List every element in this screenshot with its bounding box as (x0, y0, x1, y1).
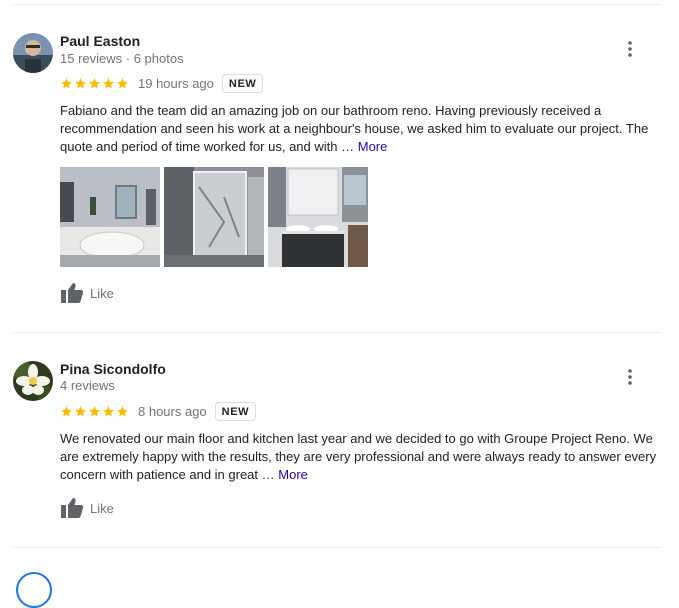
review-photos (60, 167, 368, 267)
star-icon (75, 77, 86, 88)
like-button[interactable]: Like (60, 497, 114, 519)
review-text: Fabiano and the team did an amazing job … (60, 103, 649, 154)
star-icon (75, 405, 86, 416)
star-rating (60, 77, 129, 90)
more-options-button[interactable] (620, 367, 640, 387)
like-label: Like (90, 500, 114, 516)
review-time: 19 hours ago (138, 75, 214, 91)
star-icon (103, 77, 114, 88)
review-divider (12, 547, 661, 548)
reviewer-meta: 4 reviews (60, 378, 115, 393)
thumb-up-icon (61, 498, 84, 518)
next-review-avatar[interactable] (16, 572, 52, 608)
star-icon (89, 77, 100, 88)
reviewer-name[interactable]: Paul Easton (60, 33, 140, 49)
review-text-block: We renovated our main floor and kitchen … (60, 430, 660, 484)
avatar[interactable] (13, 33, 53, 73)
star-icon (117, 405, 128, 416)
star-rating (60, 405, 129, 418)
rating-row: 8 hours ago NEW (60, 400, 257, 422)
review-divider (12, 332, 661, 333)
like-label: Like (90, 285, 114, 301)
more-link[interactable]: More (278, 467, 308, 482)
thumb-up-icon (61, 283, 84, 303)
review-text: We renovated our main floor and kitchen … (60, 431, 657, 482)
more-vert-icon (628, 369, 632, 385)
new-badge: NEW (221, 73, 264, 93)
more-options-button[interactable] (620, 39, 640, 59)
review-time: 8 hours ago (138, 403, 207, 419)
reviewer-name[interactable]: Pina Sicondolfo (60, 361, 166, 377)
like-button[interactable]: Like (60, 282, 114, 304)
review-photo[interactable] (268, 167, 368, 267)
star-icon (117, 77, 128, 88)
review-text-block: Fabiano and the team did an amazing job … (60, 102, 660, 156)
reviewer-meta: 15 reviews · 6 photos (60, 51, 184, 66)
star-icon (61, 77, 72, 88)
top-divider (12, 4, 661, 5)
new-badge: NEW (214, 401, 257, 421)
more-vert-icon (628, 41, 632, 57)
star-icon (103, 405, 114, 416)
star-icon (89, 405, 100, 416)
star-icon (61, 405, 72, 416)
review-photo[interactable] (164, 167, 264, 267)
avatar[interactable] (13, 361, 53, 401)
rating-row: 19 hours ago NEW (60, 72, 264, 94)
more-link[interactable]: More (358, 139, 388, 154)
review-photo[interactable] (60, 167, 160, 267)
